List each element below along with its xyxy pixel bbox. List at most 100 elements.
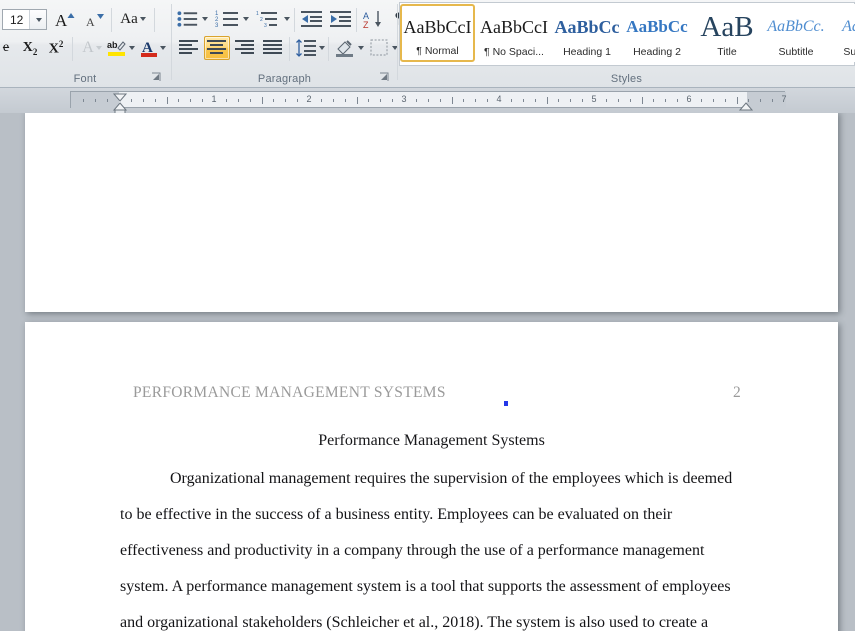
font-size-dropdown-arrow[interactable] (29, 10, 46, 29)
style-subtle-emphasis-label: Sul (843, 46, 855, 58)
dialog-launcher-icon (380, 72, 389, 81)
align-center-button[interactable] (204, 36, 230, 60)
ruler-tick-major (451, 97, 453, 104)
multilevel-list-icon: 1 2 3 (256, 11, 277, 28)
text-cursor-mark (504, 401, 508, 406)
borders-icon (370, 39, 388, 56)
multilevel-list-button[interactable]: 1 2 3 (254, 7, 292, 31)
ruler-tick (130, 99, 132, 102)
superscript-button[interactable]: X2 (44, 36, 68, 60)
ruler-tick (285, 99, 287, 102)
strikethrough-button[interactable]: e (0, 36, 16, 60)
document-page-number: 2 (733, 384, 741, 401)
ruler-tick (392, 99, 394, 102)
ruler-tick (249, 99, 251, 102)
style-subtitle-preview: AaBbCc. (762, 8, 830, 46)
style-no-spacing[interactable]: AaBbCcI ¶ No Spaci... (475, 4, 553, 62)
horizontal-ruler[interactable]: 1 2 3 4 5 6 7 (70, 91, 787, 109)
ruler-tick (344, 99, 346, 102)
ruler-tick (83, 99, 85, 102)
word-application-window: 12 A A Aa e X2 X2 A ab A Font 1 2 3 1 2 … (0, 0, 855, 631)
style-title[interactable]: AaB Title (693, 4, 761, 62)
bullets-icon (177, 11, 198, 27)
ruler-tick (558, 99, 560, 102)
document-title-line: Performance Management Systems (318, 432, 545, 449)
change-case-icon: Aa (120, 10, 138, 27)
ruler-tick (712, 99, 714, 102)
sort-button[interactable]: A Z (360, 7, 386, 31)
ruler-tick (724, 99, 726, 102)
font-color-button[interactable]: A (136, 36, 170, 60)
document-page-1[interactable] (25, 113, 838, 312)
svg-text:2: 2 (260, 17, 263, 23)
font-dialog-launcher[interactable] (150, 71, 163, 84)
borders-button[interactable] (368, 36, 400, 60)
ruler-tick (320, 99, 322, 102)
sort-icon: A Z (363, 10, 381, 29)
ribbon-group-styles: AaBbCcI ¶ Normal AaBbCcI ¶ No Spaci... AaBbC… (398, 0, 855, 88)
subscript-button[interactable]: X2 (18, 36, 42, 60)
superscript-icon: X2 (48, 38, 64, 57)
style-subtitle-preview-text: AaBbCc. (767, 18, 825, 35)
line-spacing-icon (296, 39, 316, 57)
ruler-tick (772, 99, 774, 102)
ribbon: 12 A A Aa e X2 X2 A ab A Font 1 2 3 1 2 … (0, 0, 855, 88)
style-title-label: Title (717, 46, 737, 58)
ruler-tick (700, 99, 702, 102)
ruler-tick (142, 99, 144, 102)
document-canvas[interactable]: PERFORMANCE MANAGEMENT SYSTEMS 2 Perform… (0, 113, 855, 631)
grow-font-button[interactable]: A (52, 7, 80, 31)
font-size-combo[interactable]: 12 (2, 9, 47, 30)
ruler-number: 3 (401, 94, 407, 104)
justify-button[interactable] (260, 36, 286, 60)
strikethrough-icon: e (2, 40, 10, 55)
grow-font-icon: A (55, 11, 75, 29)
shrink-font-button[interactable]: A (82, 7, 108, 31)
ruler-tick (487, 99, 489, 102)
svg-text:Z: Z (363, 20, 369, 29)
line-spacing-button[interactable] (293, 36, 327, 60)
highlight-icon: ab (107, 40, 126, 56)
ruler-tick (629, 99, 631, 102)
right-indent-icon (738, 102, 754, 111)
ruler-tick (427, 99, 429, 102)
dialog-launcher-icon (152, 72, 161, 81)
change-case-button[interactable]: Aa (115, 7, 151, 31)
paragraph-dialog-launcher[interactable] (378, 71, 391, 84)
font-color-icon: A (141, 40, 157, 57)
ruler-tick (202, 99, 204, 102)
decrease-indent-button[interactable] (298, 7, 325, 31)
style-normal-label: ¶ Normal (416, 45, 459, 57)
ruler-band: 1 2 3 4 5 6 7 (0, 88, 855, 118)
style-subtle-emphasis[interactable]: Aa Sul (831, 4, 855, 62)
text-highlight-color-button[interactable]: ab (104, 36, 138, 60)
align-center-icon (207, 40, 226, 54)
numbering-button[interactable]: 1 2 3 (213, 7, 251, 31)
svg-text:ab: ab (107, 40, 118, 50)
ruler-number: 5 (591, 94, 597, 104)
align-left-button[interactable] (176, 36, 202, 60)
increase-indent-button[interactable] (327, 7, 354, 31)
justify-icon (263, 40, 282, 54)
svg-text:1: 1 (256, 11, 259, 17)
subscript-icon: X2 (22, 39, 38, 57)
align-right-button[interactable] (232, 36, 258, 60)
ruler-tick (107, 99, 109, 102)
style-heading-1[interactable]: AaBbCс Heading 1 (553, 4, 621, 62)
ruler-tick (95, 99, 97, 102)
style-heading-2[interactable]: AaBbCc Heading 2 (621, 4, 693, 62)
ruler-tick (190, 99, 192, 102)
align-left-icon (179, 40, 198, 54)
increase-indent-icon (329, 11, 351, 27)
document-page-2[interactable]: PERFORMANCE MANAGEMENT SYSTEMS 2 Perform… (25, 322, 838, 631)
bullets-button[interactable] (176, 7, 209, 31)
style-normal[interactable]: AaBbCcI ¶ Normal (400, 4, 475, 62)
ruler-tick (522, 99, 524, 102)
style-subtitle[interactable]: AaBbCc. Subtitle (761, 4, 831, 62)
shading-button[interactable] (332, 36, 366, 60)
document-body-line: to be effective in the success of a busi… (120, 506, 673, 523)
divider (328, 37, 329, 61)
style-heading-2-preview: AaBbCc (622, 8, 692, 46)
style-subtitle-label: Subtitle (778, 46, 814, 58)
